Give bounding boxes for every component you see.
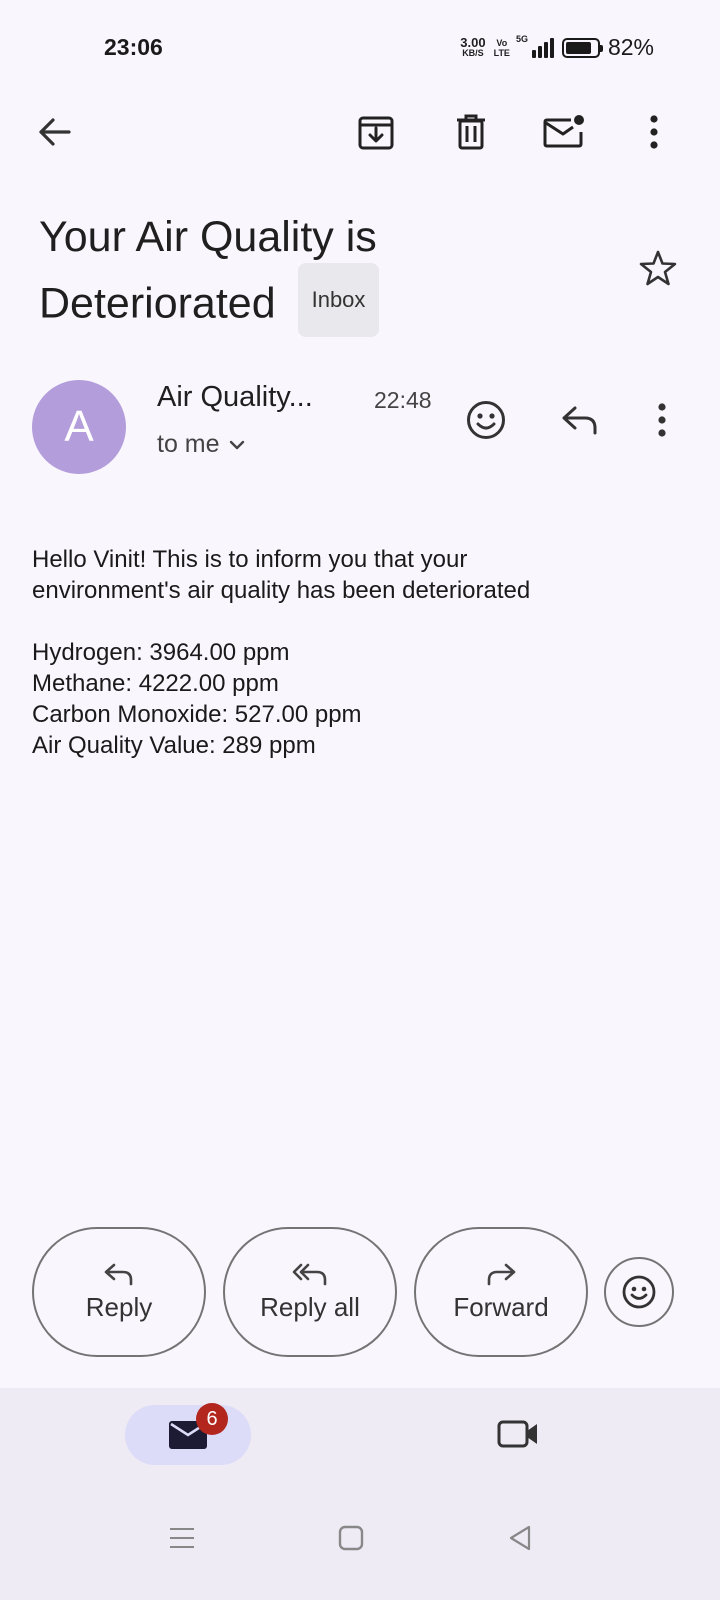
net-speed-unit: KB/S: [462, 47, 484, 58]
network-label: 5G: [515, 33, 528, 44]
delete-icon[interactable]: [443, 104, 499, 160]
home-icon[interactable]: [323, 1510, 379, 1566]
emoji-icon: [622, 1275, 656, 1309]
back-icon[interactable]: [492, 1510, 548, 1566]
more-vert-icon[interactable]: [626, 104, 682, 160]
body-line: environment's air quality has been deter…: [32, 577, 531, 604]
sender-name[interactable]: Air Quality...: [157, 381, 313, 414]
reply-label: Reply: [85, 1291, 153, 1322]
status-icons: 3.00 KB/S Vo LTE 5G 82%: [460, 34, 654, 61]
body-line: Hydrogen: 3964.00 ppm: [32, 639, 290, 666]
body-line: Hello Vinit! This is to inform you that …: [32, 546, 468, 573]
email-time: 22:48: [374, 387, 432, 413]
email-subject: Your Air Quality is Deteriorated Inbox: [39, 205, 599, 343]
body-line: [32, 606, 682, 637]
mark-unread-icon[interactable]: [536, 104, 592, 160]
mail-unread-badge: 6: [196, 1403, 228, 1435]
recipient-label: to me: [157, 430, 220, 458]
emoji-react-icon[interactable]: [458, 392, 514, 448]
subject-line-2-text: Deteriorated: [39, 279, 276, 328]
menu-icon[interactable]: [154, 1510, 210, 1566]
forward-button[interactable]: Forward: [414, 1227, 588, 1357]
reply-all-label: Reply all: [260, 1291, 360, 1322]
volte-top: Vo: [496, 37, 508, 48]
reply-icon[interactable]: [552, 392, 608, 448]
volte-bottom: LTE: [493, 47, 510, 58]
subject-line-1: Your Air Quality is: [39, 213, 377, 261]
status-time: 23:06: [104, 34, 163, 60]
video-icon[interactable]: [490, 1406, 546, 1462]
battery-icon: [561, 37, 603, 58]
reply-all-button[interactable]: Reply all: [223, 1227, 397, 1357]
net-speed-value: 3.00: [460, 34, 486, 50]
avatar[interactable]: A: [32, 380, 126, 474]
inbox-label-chip[interactable]: Inbox: [297, 263, 380, 337]
star-icon[interactable]: [630, 240, 686, 296]
signal-icon: 5G: [516, 34, 554, 58]
battery-fill: [565, 41, 591, 54]
recipient-toggle[interactable]: to me: [157, 430, 246, 459]
volte-icon: Vo LTE: [494, 38, 510, 58]
mail-tab[interactable]: [125, 1405, 251, 1465]
forward-icon: [487, 1263, 516, 1285]
reply-button[interactable]: Reply: [32, 1227, 206, 1357]
body-line: Methane: 4222.00 ppm: [32, 670, 279, 697]
net-speed: 3.00 KB/S: [460, 34, 486, 59]
message-more-icon[interactable]: [634, 392, 690, 448]
forward-label: Forward: [453, 1291, 549, 1322]
reply-all-icon: [292, 1263, 327, 1285]
email-body: Hello Vinit! This is to inform you that …: [32, 544, 682, 761]
subject-line-2: Deteriorated Inbox: [39, 263, 599, 343]
archive-icon[interactable]: [348, 104, 404, 160]
back-arrow-icon[interactable]: [26, 104, 82, 160]
body-line: Carbon Monoxide: 527.00 ppm: [32, 701, 362, 728]
reply-icon: [104, 1263, 133, 1285]
battery-percent: 82%: [607, 34, 654, 60]
body-line: Air Quality Value: 289 ppm: [32, 732, 316, 759]
bottom-nav: [0, 1388, 720, 1600]
chevron-down-icon: [229, 440, 244, 449]
emoji-reaction-button[interactable]: [604, 1257, 674, 1327]
